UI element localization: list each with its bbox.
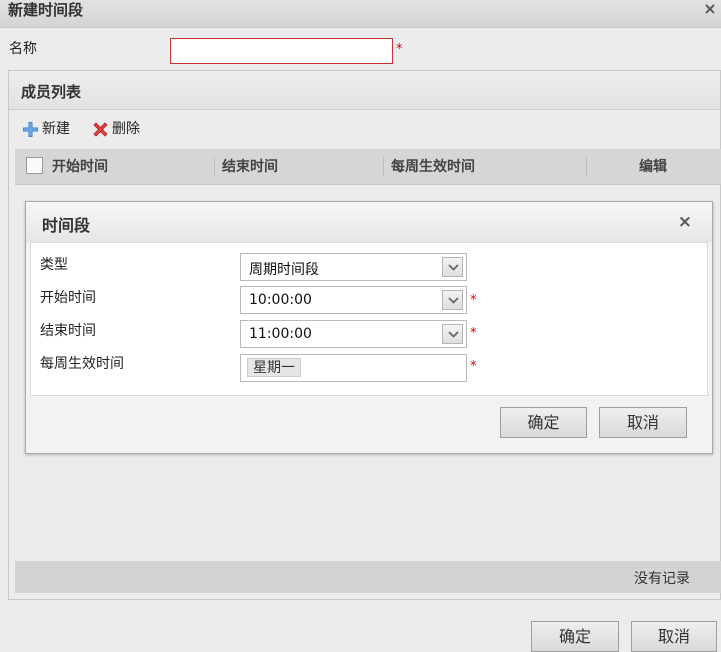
type-label: 类型 <box>40 257 68 273</box>
column-start-time[interactable]: 开始时间 <box>52 149 108 185</box>
end-time-select[interactable]: 11:00:00 <box>240 320 467 348</box>
name-input[interactable] <box>170 38 393 64</box>
confirm-button[interactable]: 确定 <box>531 621 619 652</box>
delete-member-button[interactable]: 删除 <box>92 119 140 139</box>
weekly-time-label: 每周生效时间 <box>40 356 124 372</box>
new-member-button[interactable]: 新建 <box>22 119 70 139</box>
chevron-down-icon[interactable] <box>442 324 463 344</box>
start-time-select[interactable]: 10:00:00 <box>240 286 467 314</box>
end-time-label: 结束时间 <box>40 323 96 339</box>
time-period-form: 类型 周期时间段 开始时间 10:00:00 * 结束时间 11:00:00 *… <box>30 242 708 396</box>
column-divider <box>586 157 587 177</box>
time-period-dialog-title: 时间段 <box>42 216 91 235</box>
column-end-time[interactable]: 结束时间 <box>222 149 278 185</box>
dialog-close-icon[interactable]: × <box>678 212 692 232</box>
window-close-icon[interactable]: × <box>702 0 718 18</box>
column-divider <box>214 157 215 177</box>
cancel-button[interactable]: 取消 <box>631 621 717 652</box>
column-weekly-time[interactable]: 每周生效时间 <box>391 149 475 185</box>
weekly-time-required-mark: * <box>470 359 477 374</box>
delete-x-icon <box>93 121 108 137</box>
end-time-required-mark: * <box>470 326 477 341</box>
member-grid-header: 开始时间 结束时间 每周生效时间 编辑 <box>15 149 721 185</box>
start-time-label: 开始时间 <box>40 290 96 306</box>
start-time-required-mark: * <box>470 293 477 308</box>
name-label: 名称 <box>9 41 37 57</box>
weekday-tag[interactable]: 星期一 <box>247 358 301 377</box>
select-all-checkbox[interactable] <box>26 157 43 174</box>
name-required-mark: * <box>396 42 403 57</box>
time-period-dialog-titlebar: 时间段 × <box>26 202 712 242</box>
member-grid-footer: 没有记录 <box>15 561 721 593</box>
chevron-down-icon[interactable] <box>442 257 463 277</box>
add-plus-icon <box>23 121 38 137</box>
member-list-header: 成员列表 <box>9 71 720 110</box>
new-member-label: 新建 <box>42 121 70 137</box>
no-records-text: 没有记录 <box>634 571 690 587</box>
dialog-cancel-button[interactable]: 取消 <box>599 407 687 438</box>
delete-member-label: 删除 <box>112 121 140 137</box>
column-edit[interactable]: 编辑 <box>639 149 667 185</box>
end-time-value: 11:00:00 <box>249 326 312 342</box>
weekly-time-tag-input[interactable]: 星期一 <box>240 354 467 382</box>
window-title: 新建时间段 <box>8 1 84 19</box>
type-value: 周期时间段 <box>249 262 319 278</box>
member-list-title: 成员列表 <box>21 83 82 101</box>
start-time-value: 10:00:00 <box>249 292 312 308</box>
chevron-down-icon[interactable] <box>442 290 463 310</box>
time-period-dialog: 时间段 × 类型 周期时间段 开始时间 10:00:00 * 结束时间 11:0… <box>25 201 713 454</box>
column-divider <box>383 157 384 177</box>
window-titlebar: 新建时间段 × <box>0 0 721 28</box>
dialog-confirm-button[interactable]: 确定 <box>500 407 587 438</box>
type-select[interactable]: 周期时间段 <box>240 253 467 281</box>
